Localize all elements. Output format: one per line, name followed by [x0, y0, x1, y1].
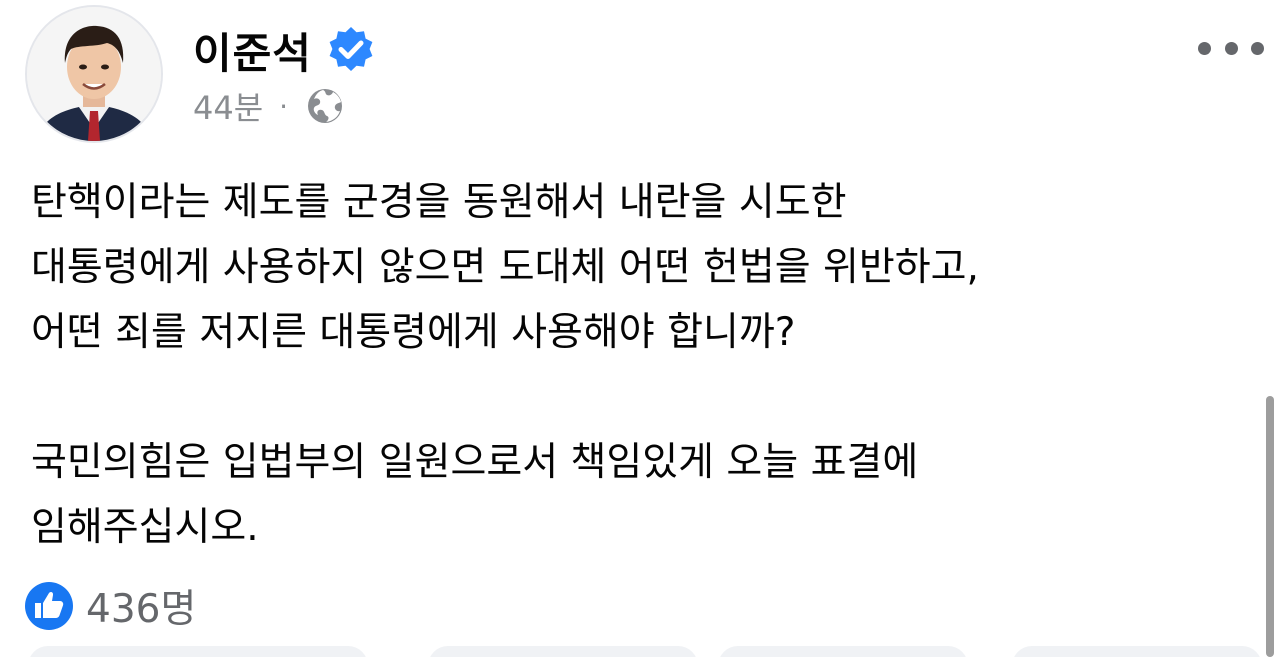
- action-bar: [0, 646, 1284, 657]
- post-body: 탄핵이라는 제도를 군경을 동원해서 내란을 시도한 대통령에게 사용하지 않으…: [31, 170, 1211, 560]
- comment-button[interactable]: [428, 646, 698, 657]
- like-count: 436명: [86, 587, 197, 632]
- post-timestamp[interactable]: 44분: [193, 83, 263, 129]
- more-options-dot: [1251, 41, 1264, 55]
- author-name[interactable]: 이준석: [193, 20, 312, 81]
- post-meta: 44분 ·: [193, 84, 344, 128]
- reaction-summary[interactable]: 436명: [24, 578, 196, 634]
- like-button[interactable]: [28, 646, 368, 657]
- scrollbar[interactable]: [1266, 396, 1274, 657]
- post-body-line: 어떤 죄를 저지른 대통령에게 사용해야 합니까?: [31, 310, 796, 355]
- globe-icon: [308, 89, 343, 123]
- share-button[interactable]: [718, 646, 968, 657]
- more-options-button[interactable]: [1198, 30, 1264, 66]
- avatar[interactable]: [25, 5, 163, 143]
- more-options-dot: [1224, 41, 1238, 55]
- author-row: 이준석: [193, 22, 376, 78]
- more-options-icon: [1198, 41, 1211, 55]
- profile-photo: [27, 7, 161, 141]
- meta-separator: ·: [279, 89, 289, 123]
- thumbs-up-icon: [25, 582, 73, 630]
- send-button[interactable]: [1012, 646, 1262, 657]
- post-body-line: 국민의힘은 입법부의 일원으로서 책임있게 오늘 표결에: [31, 440, 919, 485]
- facebook-post: 이준석 44분 · 탄핵이라는 제도를 군경을 동원해서 내란을 시도한 대통령…: [0, 0, 1284, 657]
- post-body-line: 탄핵이라는 제도를 군경을 동원해서 내란을 시도한: [31, 180, 847, 225]
- post-body-line: 임해주십시오.: [31, 505, 259, 550]
- verified-badge-icon: [329, 27, 373, 71]
- post-body-line: 대통령에게 사용하지 않으면 도대체 어떤 헌법을 위반하고,: [31, 245, 979, 290]
